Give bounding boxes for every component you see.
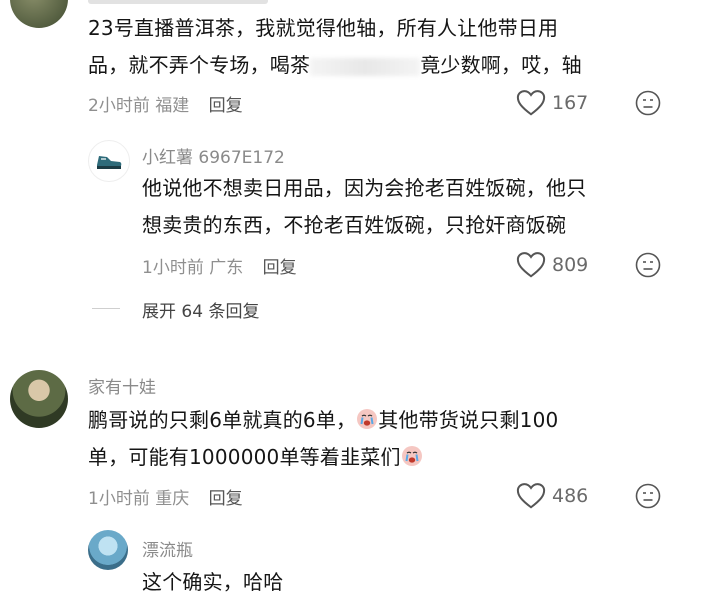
location: 广东 (209, 258, 244, 278)
divider-line (92, 308, 120, 309)
heart-icon (516, 90, 546, 116)
timestamp: 1小时前 (142, 258, 204, 278)
reply-meta: 1小时前 广东 回复 (142, 253, 297, 278)
reply-text: 这个确实，哈哈 (142, 570, 284, 594)
blurred-text (310, 57, 421, 76)
like-count: 809 (552, 254, 589, 276)
timestamp: 2小时前 (88, 96, 150, 116)
like-button[interactable]: 167 (516, 89, 588, 117)
reply-username[interactable]: 小红薯 6967E172 (142, 143, 285, 168)
avatar[interactable] (88, 530, 128, 570)
comment-segment: 品，就不弄个专场，喝茶 (88, 53, 311, 77)
reply-username[interactable]: 漂流瓶 (142, 536, 193, 561)
avatar[interactable] (10, 370, 68, 428)
comment-segment: 单，可能有1000000单等着韭菜们 (88, 445, 401, 469)
dislike-face-icon (635, 252, 661, 278)
heart-icon (516, 252, 546, 278)
reply-text: 他说他不想卖日用品，因为会抢老百姓饭碗，他只 想卖贵的东西，不抢老百姓饭碗，只抢… (142, 170, 682, 244)
dislike-face-icon (635, 90, 661, 116)
like-button[interactable]: 809 (516, 251, 588, 279)
comment-text: 23号直播普洱茶，我就觉得他轴，所有人让他带日用 品，就不弄个专场，喝茶 竟少数啊… (88, 10, 688, 84)
comment-line: 鹏哥说的只剩6单就真的6单， 其他带货说只剩100 (88, 402, 688, 439)
comment-text: 鹏哥说的只剩6单就真的6单， 其他带货说只剩100 单，可能有1000000单等着… (88, 402, 688, 476)
timestamp: 1小时前 (88, 489, 150, 509)
dislike-face-icon (635, 483, 661, 509)
like-count: 167 (552, 92, 589, 114)
comment-line: 23号直播普洱茶，我就觉得他轴，所有人让他带日用 (88, 16, 559, 40)
username[interactable]: 家有十娃 (88, 373, 156, 398)
like-count: 486 (552, 485, 589, 507)
reply-line: 他说他不想卖日用品，因为会抢老百姓饭碗，他只 (142, 176, 587, 200)
comment-line: 品，就不弄个专场，喝茶 竟少数啊，哎，轴 (88, 47, 688, 84)
reply-button[interactable]: 回复 (209, 489, 243, 509)
reply-line: 想卖贵的东西，不抢老百姓饭碗，只抢奸商饭碗 (142, 213, 567, 237)
comment-meta: 2小时前 福建 回复 (88, 91, 243, 116)
comment-segment: 竟少数啊，哎，轴 (420, 53, 582, 77)
crying-emoji-icon (357, 409, 378, 429)
dislike-button[interactable] (635, 90, 661, 120)
location: 重庆 (155, 489, 190, 509)
like-button[interactable]: 486 (516, 482, 588, 510)
avatar[interactable] (88, 140, 130, 182)
reply-button[interactable]: 回复 (263, 258, 297, 278)
dislike-button[interactable] (635, 483, 661, 513)
comment-meta: 1小时前 重庆 回复 (88, 484, 243, 509)
comment-segment: 其他带货说只剩100 (378, 408, 559, 432)
reply-button[interactable]: 回复 (209, 96, 243, 116)
comment-line: 单，可能有1000000单等着韭菜们 (88, 439, 688, 476)
expand-replies-button[interactable]: 展开 64 条回复 (142, 297, 259, 322)
shoe-avatar-icon (97, 156, 122, 169)
comment-segment: 鹏哥说的只剩6单就真的6单， (88, 408, 357, 432)
avatar[interactable] (10, 0, 68, 28)
location: 福建 (155, 96, 190, 116)
dislike-button[interactable] (635, 252, 661, 282)
heart-icon (516, 483, 546, 509)
crying-emoji-icon (401, 446, 422, 466)
username-cropped (88, 0, 268, 4)
